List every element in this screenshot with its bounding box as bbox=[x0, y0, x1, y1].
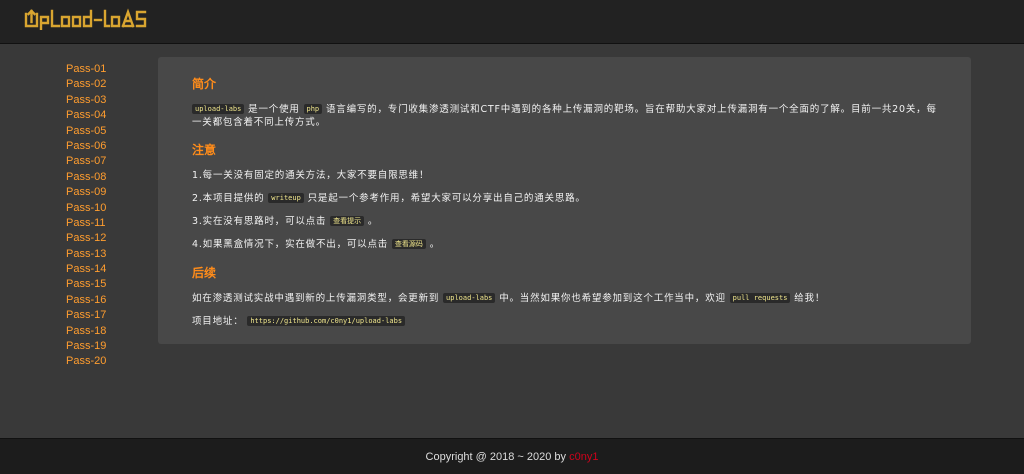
sidebar-item-pass-04[interactable]: Pass-04 bbox=[66, 108, 146, 123]
sidebar-item-pass-01[interactable]: Pass-01 bbox=[66, 62, 146, 77]
content-panel: 简介 upload-labs 是一个使用 php 语言编写的，专门收集渗透测试和… bbox=[158, 57, 971, 344]
intro-heading: 简介 bbox=[192, 77, 217, 91]
sidebar-item-pass-20[interactable]: Pass-20 bbox=[66, 354, 146, 369]
sidebar-item-pass-12[interactable]: Pass-12 bbox=[66, 231, 146, 246]
inline-code: writeup bbox=[268, 193, 304, 203]
copyright-text: Copyright @ 2018 ~ 2020 by bbox=[425, 451, 570, 463]
inline-code: upload-labs bbox=[192, 104, 245, 114]
inline-code: pull requests bbox=[729, 293, 791, 303]
sidebar-item-pass-15[interactable]: Pass-15 bbox=[66, 277, 146, 292]
top-navbar bbox=[0, 0, 1024, 44]
project-address-label: 项目地址： bbox=[192, 316, 244, 327]
author-link[interactable]: c0ny1 bbox=[569, 451, 598, 463]
sidebar-item-pass-02[interactable]: Pass-02 bbox=[66, 77, 146, 92]
followup-paragraph: 如在渗透测试实战中遇到新的上传漏洞类型，会更新到 upload-labs 中。当… bbox=[192, 293, 826, 304]
sidebar-item-pass-16[interactable]: Pass-16 bbox=[66, 293, 146, 308]
sidebar-item-pass-06[interactable]: Pass-06 bbox=[66, 139, 146, 154]
footer: Copyright @ 2018 ~ 2020 by c0ny1 bbox=[0, 438, 1024, 474]
note-item-3: 3.实在没有思路时，可以点击 查看提示 。 bbox=[192, 216, 379, 227]
sidebar-item-pass-17[interactable]: Pass-17 bbox=[66, 308, 146, 323]
notes-heading: 注意 bbox=[192, 143, 217, 157]
sidebar-item-pass-13[interactable]: Pass-13 bbox=[66, 247, 146, 262]
note-item-1: 1.每一关没有固定的通关方法，大家不要自限思维！ bbox=[192, 170, 430, 181]
project-address-link[interactable]: https://github.com/c0ny1/upload-labs bbox=[247, 316, 406, 326]
sidebar-item-pass-05[interactable]: Pass-05 bbox=[66, 124, 146, 139]
note-item-2: 2.本项目提供的 writeup 只是起一个参考作用，希望大家可以分享出自己的通… bbox=[192, 193, 586, 204]
show-source-button[interactable]: 查看源码 bbox=[391, 239, 426, 249]
sidebar-item-pass-19[interactable]: Pass-19 bbox=[66, 339, 146, 354]
inline-code: php bbox=[303, 104, 323, 114]
sidebar-item-pass-08[interactable]: Pass-08 bbox=[66, 170, 146, 185]
sidebar-nav: Pass-01 Pass-02 Pass-03 Pass-04 Pass-05 … bbox=[66, 62, 146, 370]
sidebar-item-pass-09[interactable]: Pass-09 bbox=[66, 185, 146, 200]
sidebar-item-pass-11[interactable]: Pass-11 bbox=[66, 216, 146, 231]
site-logo[interactable] bbox=[24, 8, 176, 35]
sidebar-item-pass-18[interactable]: Pass-18 bbox=[66, 324, 146, 339]
logo-graphic bbox=[24, 8, 147, 31]
show-hint-button[interactable]: 查看提示 bbox=[330, 216, 365, 226]
intro-paragraph: upload-labs 是一个使用 php 语言编写的，专门收集渗透测试和CTF… bbox=[192, 104, 937, 128]
sidebar-item-pass-07[interactable]: Pass-07 bbox=[66, 154, 146, 169]
sidebar-item-pass-14[interactable]: Pass-14 bbox=[66, 262, 146, 277]
followup-heading: 后续 bbox=[192, 266, 217, 280]
sidebar-item-pass-10[interactable]: Pass-10 bbox=[66, 201, 146, 216]
project-address: 项目地址： https://github.com/c0ny1/upload-la… bbox=[192, 315, 937, 328]
inline-code: upload-labs bbox=[443, 293, 496, 303]
sidebar-item-pass-03[interactable]: Pass-03 bbox=[66, 93, 146, 108]
note-item-4: 4.如果黑盒情况下，实在做不出，可以点击 查看源码 。 bbox=[192, 239, 441, 250]
